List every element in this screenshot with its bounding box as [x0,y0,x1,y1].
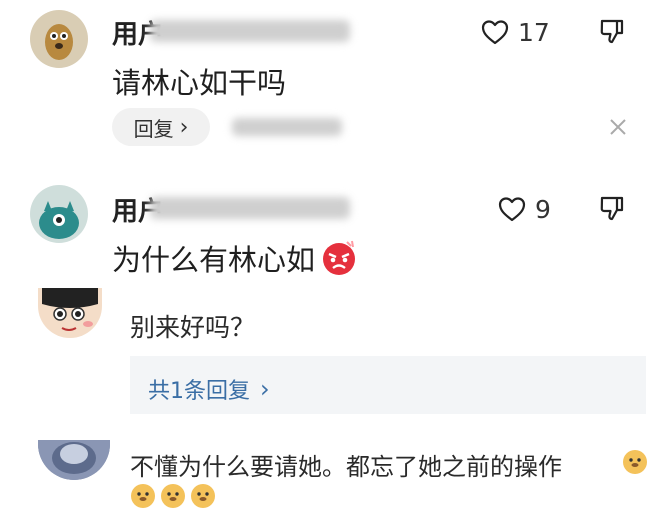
angry-face-emoji [319,238,359,278]
redacted-username [150,20,350,42]
close-icon[interactable] [607,116,629,138]
view-replies-link[interactable]: 共1条回复 › [148,373,270,405]
doge-emoji [622,449,648,475]
reply-text-row: 不懂为什么要请她。都忘了她之前的操作 [130,447,650,482]
reply-text: 别来好吗？ [130,313,256,342]
reply-label: 回复 [133,116,174,141]
like-count: 9 [535,194,551,224]
redacted-timestamp [232,118,342,136]
heart-icon [497,195,527,223]
redacted-username [150,197,350,219]
comment-text: 请林心如干吗 [112,66,287,100]
reply-text: 不懂为什么要请她。都忘了她之前的操作 [130,453,562,481]
like-button[interactable]: 17 [480,14,560,50]
view-replies-label: 共1条回复 [148,379,250,404]
reply-button[interactable]: 回复 › [112,108,210,146]
like-count: 17 [518,17,550,47]
sub-replies-box[interactable]: 共1条回复 › [130,356,646,414]
avatar[interactable] [30,10,88,68]
chevron-right-icon: › [179,114,189,140]
dislike-icon[interactable] [597,193,627,223]
comment-text: 为什么有林心如 [112,243,316,277]
comment-text-row: 为什么有林心如 [112,237,359,279]
avatar[interactable] [30,185,88,243]
comment-item: 用户 17 请林心如干吗 回复 › [0,0,660,160]
doge-emoji-row [130,483,216,509]
chevron-right-icon: › [260,375,270,403]
doge-emoji [190,483,216,509]
heart-icon [480,18,510,46]
dislike-icon[interactable] [597,16,627,46]
comment-item: 用户 9 为什么有林心如 [0,175,660,285]
doge-emoji [130,483,156,509]
avatar[interactable] [38,440,110,480]
avatar[interactable] [38,288,102,338]
like-button[interactable]: 9 [497,191,567,227]
doge-emoji [160,483,186,509]
